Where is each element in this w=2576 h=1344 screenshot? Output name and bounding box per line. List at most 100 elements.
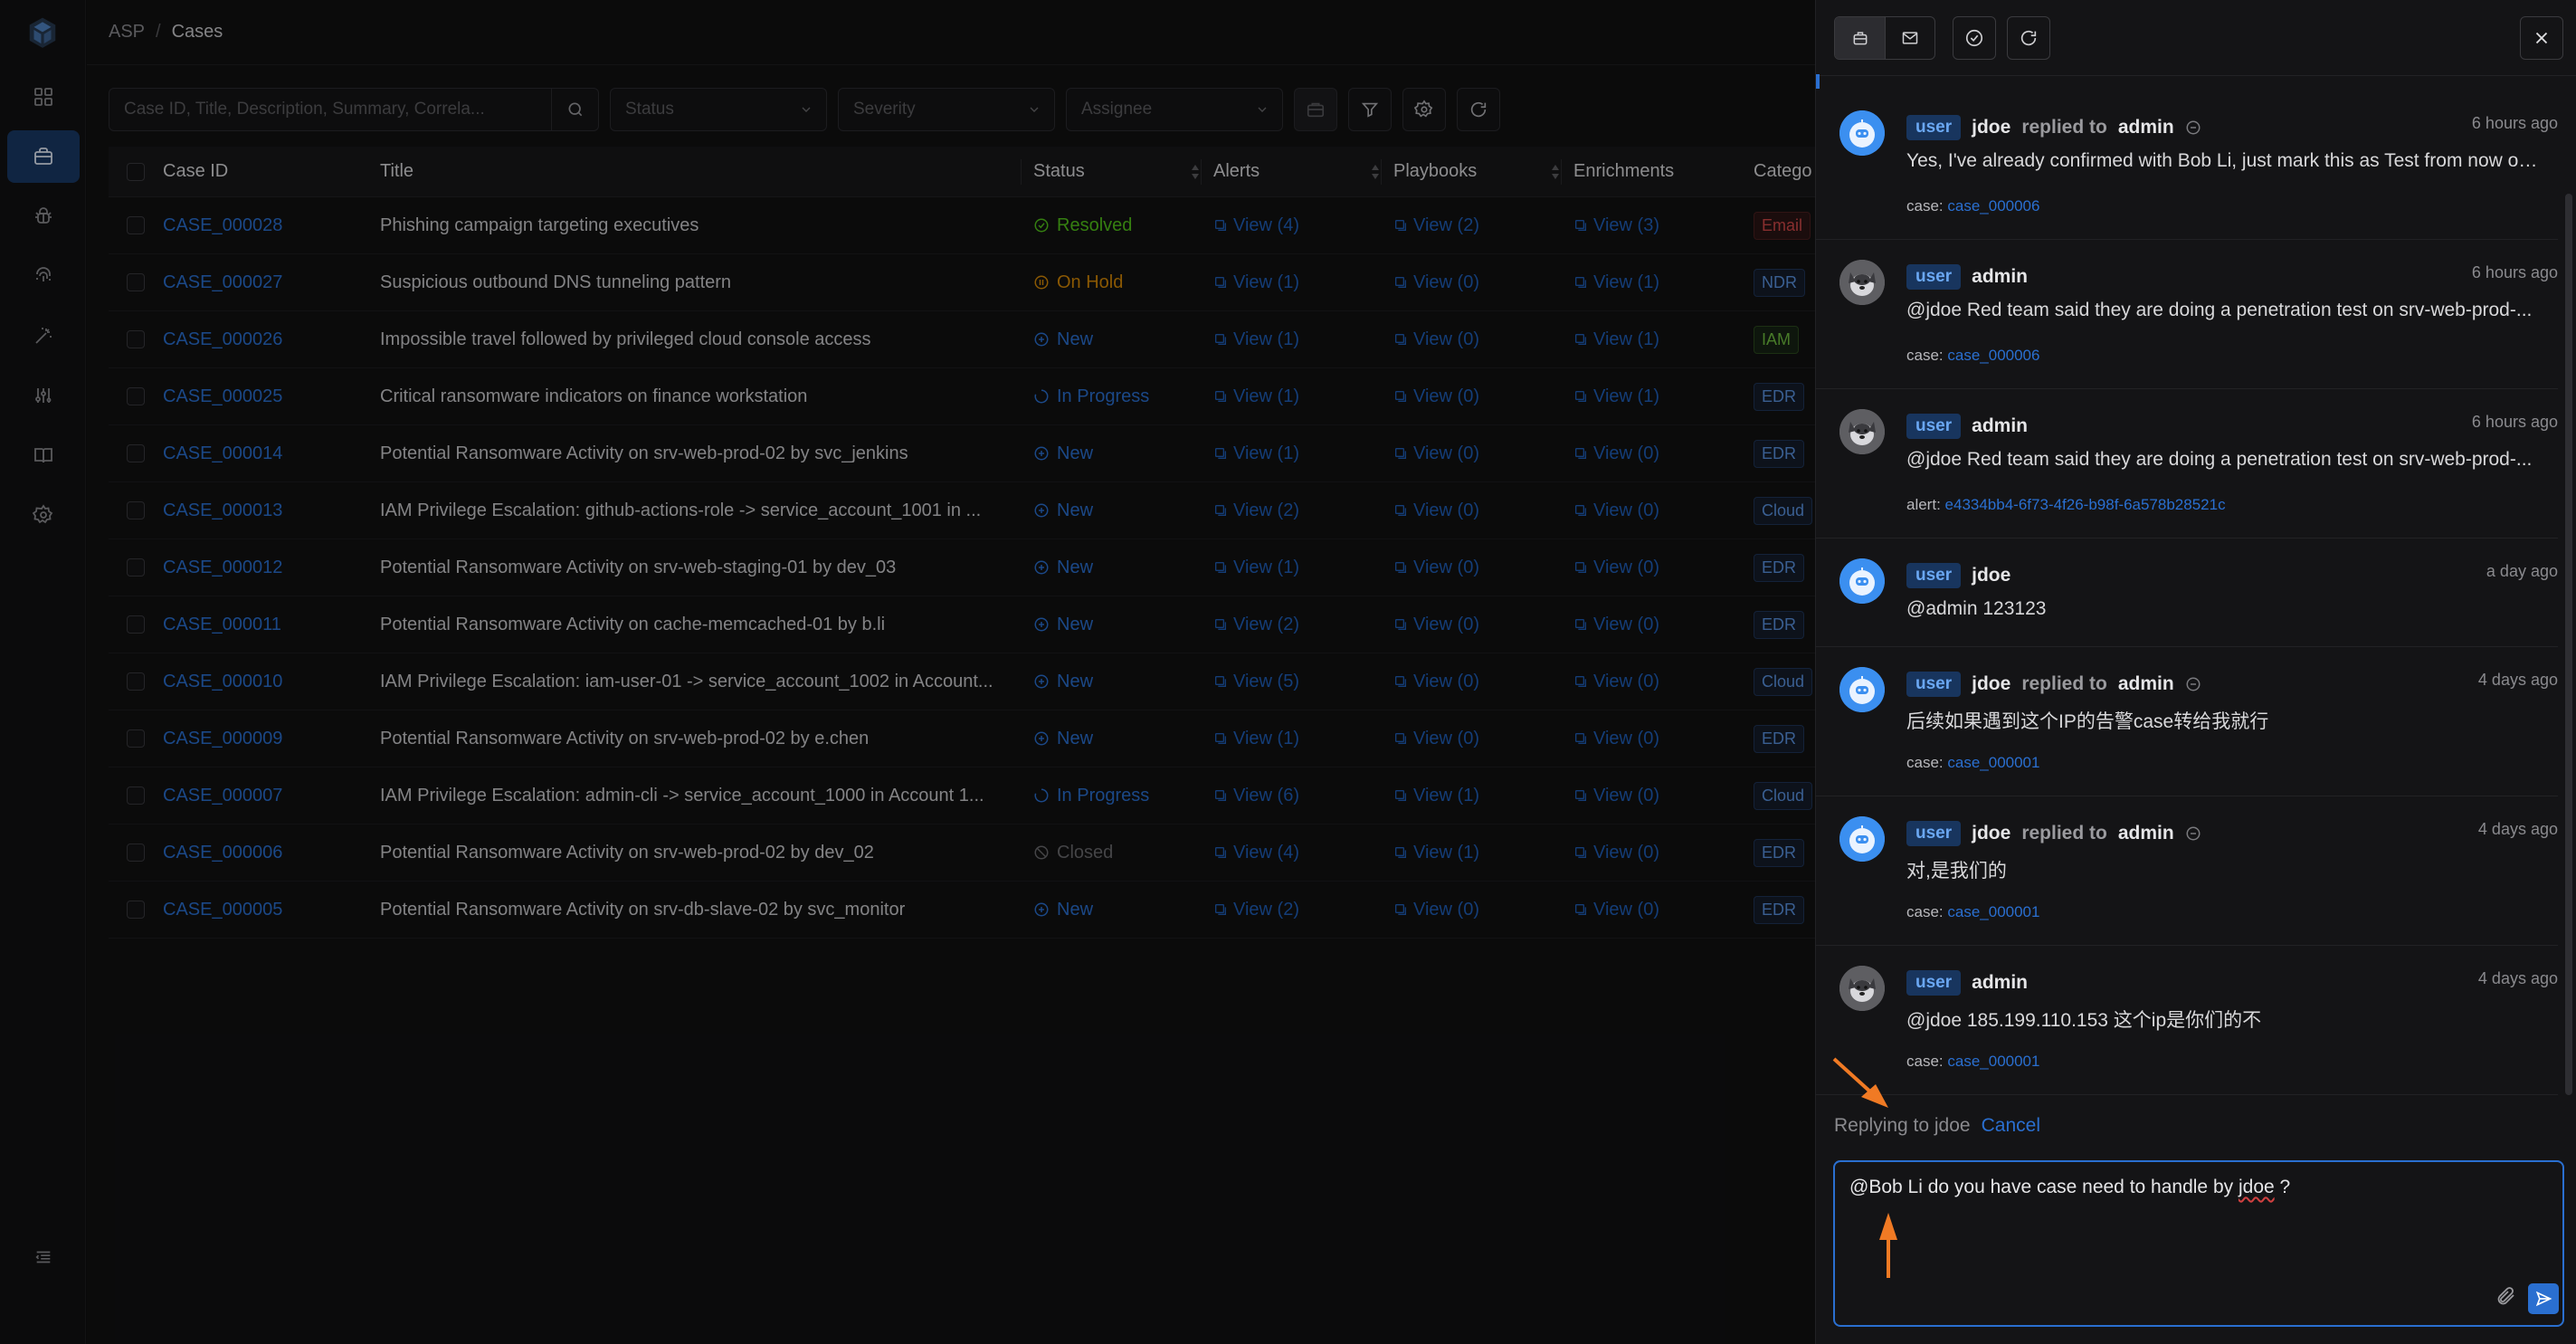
composer-input[interactable]: @Bob Li do you have case need to handle … (1849, 1177, 2290, 1198)
table-row[interactable]: CASE_000028 Phishing campaign targeting e… (109, 197, 1815, 254)
view-enrichments-link[interactable]: View (0) (1573, 443, 1754, 464)
bulk-action-button[interactable] (1294, 88, 1337, 131)
sort-icon[interactable] (1370, 163, 1381, 181)
view-alerts-link[interactable]: View (1) (1213, 386, 1393, 407)
view-playbooks-link[interactable]: View (0) (1393, 272, 1573, 293)
nav-alerts-icon[interactable] (7, 190, 80, 243)
header-status[interactable]: Status (1021, 147, 1213, 196)
view-enrichments-link[interactable]: View (0) (1573, 900, 1754, 920)
view-enrichments-link[interactable]: View (0) (1573, 786, 1754, 806)
row-checkbox[interactable] (127, 330, 145, 348)
table-row[interactable]: CASE_000013 IAM Privilege Escalation: git… (109, 482, 1815, 539)
close-drawer-button[interactable] (2520, 16, 2563, 60)
reference-link[interactable]: e4334bb4-6f73-4f26-b98f-6a578b28521c (1945, 496, 2226, 513)
row-checkbox[interactable] (127, 844, 145, 862)
view-enrichments-link[interactable]: View (1) (1573, 329, 1754, 350)
view-alerts-link[interactable]: View (6) (1213, 786, 1393, 806)
case-id-link[interactable]: CASE_000006 (163, 843, 282, 863)
info-circle-icon[interactable] (2185, 676, 2201, 692)
view-enrichments-link[interactable]: View (0) (1573, 500, 1754, 521)
table-row[interactable]: CASE_000025 Critical ransomware indicator… (109, 368, 1815, 425)
attachment-icon[interactable] (2495, 1285, 2517, 1307)
info-circle-icon[interactable] (2185, 119, 2201, 136)
assignee-select[interactable]: Assignee (1066, 88, 1283, 131)
info-circle-icon[interactable] (2185, 825, 2201, 842)
reference-link[interactable]: case_000001 (1947, 1053, 2039, 1070)
view-enrichments-link[interactable]: View (0) (1573, 672, 1754, 692)
sort-icon[interactable] (1190, 163, 1201, 181)
row-checkbox[interactable] (127, 786, 145, 805)
row-checkbox[interactable] (127, 901, 145, 919)
view-alerts-link[interactable]: View (2) (1213, 500, 1393, 521)
view-alerts-link[interactable]: View (5) (1213, 672, 1393, 692)
nav-dashboard-icon[interactable] (7, 71, 80, 123)
nav-fingerprint-icon[interactable] (7, 250, 80, 302)
message-item[interactable]: user admin 4 days ago @jdoe 185.199.110.153… (1816, 946, 2558, 1095)
row-checkbox[interactable] (127, 615, 145, 634)
case-id-link[interactable]: CASE_000025 (163, 386, 282, 406)
search-input[interactable] (109, 89, 551, 130)
status-select[interactable]: Status (610, 88, 827, 131)
header-category[interactable]: Catego (1754, 147, 1815, 196)
case-id-link[interactable]: CASE_000013 (163, 500, 282, 520)
message-item[interactable]: user jdoe replied to admin 4 days ago 后续如果遇到这… (1816, 647, 2558, 796)
table-row[interactable]: CASE_000005 Potential Ransomware Activity… (109, 882, 1815, 939)
view-alerts-link[interactable]: View (1) (1213, 272, 1393, 293)
view-playbooks-link[interactable]: View (0) (1393, 558, 1573, 578)
view-playbooks-link[interactable]: View (0) (1393, 615, 1573, 635)
reference-link[interactable]: case_000006 (1947, 197, 2039, 214)
row-checkbox[interactable] (127, 672, 145, 691)
view-playbooks-link[interactable]: View (0) (1393, 443, 1573, 464)
toggle-mail-button[interactable] (1885, 17, 1934, 59)
view-alerts-link[interactable]: View (1) (1213, 558, 1393, 578)
header-title[interactable]: Title (380, 147, 1033, 196)
mark-read-button[interactable] (1953, 16, 1996, 60)
view-alerts-link[interactable]: View (4) (1213, 843, 1393, 863)
view-playbooks-link[interactable]: View (0) (1393, 900, 1573, 920)
view-playbooks-link[interactable]: View (1) (1393, 843, 1573, 863)
case-id-link[interactable]: CASE_000010 (163, 672, 282, 691)
view-playbooks-link[interactable]: View (0) (1393, 329, 1573, 350)
header-playbooks[interactable]: Playbooks (1381, 147, 1573, 196)
row-checkbox[interactable] (127, 216, 145, 234)
drawer-refresh-button[interactable] (2007, 16, 2050, 60)
view-alerts-link[interactable]: View (1) (1213, 329, 1393, 350)
view-playbooks-link[interactable]: View (0) (1393, 729, 1573, 749)
cancel-reply-link[interactable]: Cancel (1982, 1115, 2040, 1137)
view-enrichments-link[interactable]: View (3) (1573, 215, 1754, 236)
filter-button[interactable] (1348, 88, 1392, 131)
message-item[interactable]: user admin 6 hours ago @jdoe Red team said … (1816, 389, 2558, 539)
case-id-link[interactable]: CASE_000014 (163, 443, 282, 463)
breadcrumb-root[interactable]: ASP (109, 22, 145, 43)
sort-icon[interactable] (1550, 163, 1561, 181)
reference-link[interactable]: case_000001 (1947, 903, 2039, 920)
refresh-button[interactable] (1457, 88, 1500, 131)
view-enrichments-link[interactable]: View (0) (1573, 843, 1754, 863)
case-id-link[interactable]: CASE_000026 (163, 329, 282, 349)
message-item[interactable]: user jdoe a day ago @admin 123123 (1816, 539, 2558, 647)
table-row[interactable]: CASE_000011 Potential Ransomware Activity… (109, 596, 1815, 653)
select-all-checkbox[interactable] (127, 162, 145, 181)
header-enrichments[interactable]: Enrichments (1561, 147, 1754, 196)
app-logo-icon[interactable] (25, 16, 60, 51)
view-playbooks-link[interactable]: View (0) (1393, 386, 1573, 407)
nav-cases-icon[interactable] (7, 130, 80, 183)
message-item[interactable]: user jdoe replied to admin 6 hours ago Yes, I… (1816, 91, 2558, 240)
header-case-id[interactable]: Case ID (163, 147, 380, 196)
row-checkbox[interactable] (127, 729, 145, 748)
nav-settings-gear-icon[interactable] (7, 489, 80, 541)
row-checkbox[interactable] (127, 273, 145, 291)
row-checkbox[interactable] (127, 558, 145, 577)
reference-link[interactable]: case_000001 (1947, 754, 2039, 771)
nav-magic-wand-icon[interactable] (7, 310, 80, 362)
search-button[interactable] (551, 89, 598, 130)
case-id-link[interactable]: CASE_000027 (163, 272, 282, 292)
view-alerts-link[interactable]: View (2) (1213, 615, 1393, 635)
view-enrichments-link[interactable]: View (0) (1573, 729, 1754, 749)
view-enrichments-link[interactable]: View (1) (1573, 272, 1754, 293)
severity-select[interactable]: Severity (838, 88, 1055, 131)
table-row[interactable]: CASE_000010 IAM Privilege Escalation: iam… (109, 653, 1815, 710)
header-alerts[interactable]: Alerts (1201, 147, 1393, 196)
send-button[interactable] (2528, 1283, 2559, 1314)
row-checkbox[interactable] (127, 444, 145, 462)
